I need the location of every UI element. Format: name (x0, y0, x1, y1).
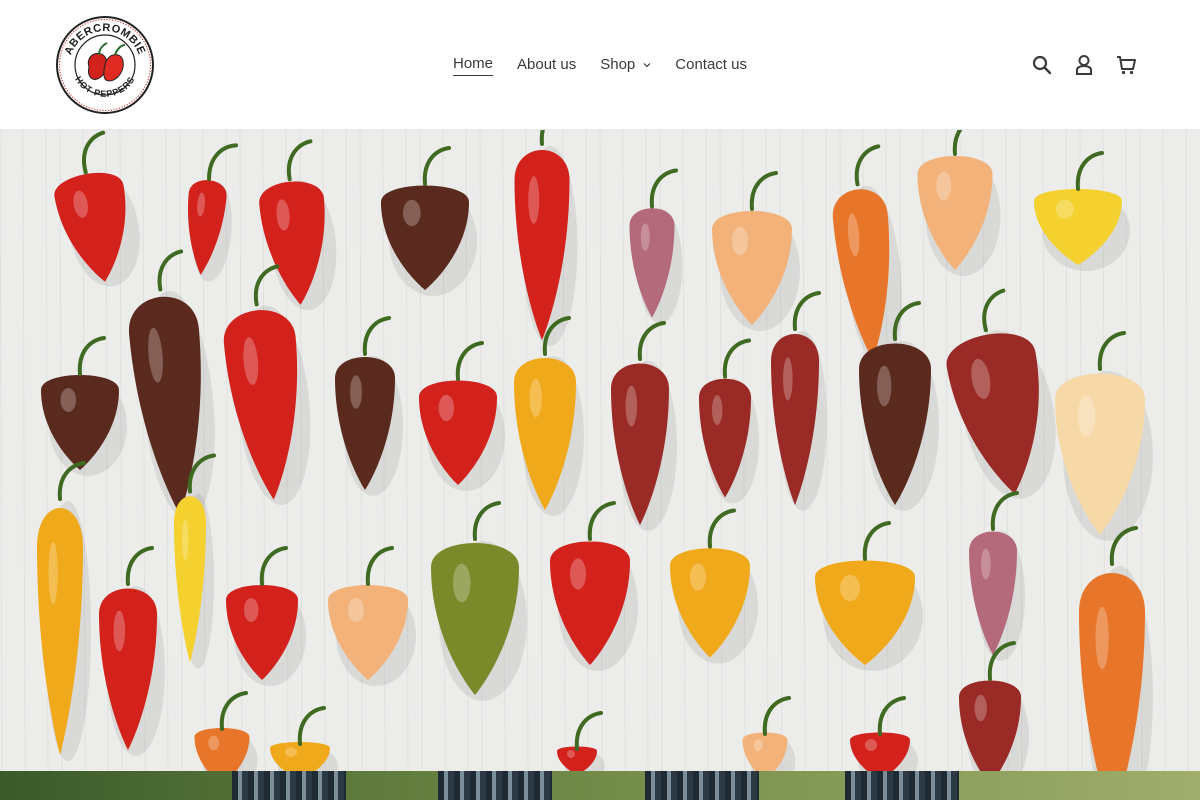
hero-pepper-image (0, 130, 1189, 771)
pepper-shape (1034, 151, 1130, 271)
nav-shop-dropdown[interactable]: Shop (588, 55, 663, 75)
pepper-shape (946, 288, 1056, 499)
user-icon (1076, 55, 1092, 75)
pepper-shape (514, 130, 578, 346)
hero-banner (0, 130, 1200, 771)
cart-icon (1117, 56, 1136, 75)
pepper-shape (270, 706, 338, 771)
pepper-shape (335, 316, 403, 496)
pepper-shape (969, 491, 1025, 661)
nav-contact-label: Contact us (675, 56, 747, 73)
nav-shop-label: Shop (600, 56, 636, 73)
pepper-shape (419, 341, 505, 491)
login-button[interactable] (1072, 53, 1096, 77)
pepper-shape (712, 171, 800, 331)
main-navigation: Home About us Shop Contact us (0, 0, 1200, 130)
pepper-shape (557, 711, 605, 771)
search-icon (1032, 55, 1052, 75)
chevron-down-icon (643, 63, 651, 68)
pepper-shape (514, 316, 584, 516)
nav-home-link[interactable]: Home (441, 54, 505, 76)
pepper-shape (670, 508, 758, 664)
product-jar-image (438, 771, 552, 800)
pepper-shape (550, 501, 638, 671)
pepper-shape (699, 338, 759, 504)
nav-about-link[interactable]: About us (505, 55, 588, 75)
pepper-shape (850, 696, 918, 771)
pepper-shape (917, 130, 1001, 276)
site-header: ABERCROMBIE HOT PEPPERS Home About us Sh… (0, 0, 1200, 130)
pepper-shape (431, 501, 527, 701)
pepper-shape (129, 249, 215, 520)
brand-logo[interactable]: ABERCROMBIE HOT PEPPERS (55, 15, 155, 115)
pepper-shape (815, 521, 923, 671)
product-jar-image (232, 771, 346, 800)
pepper-shape (629, 168, 683, 324)
pepper-shape (381, 146, 477, 296)
cart-button[interactable] (1114, 53, 1138, 77)
pepper-shape (37, 461, 91, 761)
nav-home-label: Home (453, 54, 494, 76)
pepper-shape (194, 691, 258, 771)
pepper-shape (226, 546, 306, 686)
pepper-shape (188, 143, 239, 282)
pepper-shape (1079, 526, 1153, 771)
pepper-shape (328, 546, 416, 686)
search-button[interactable] (1030, 53, 1054, 77)
pepper-shape (99, 546, 165, 756)
pepper-shape (742, 696, 796, 771)
pepper-shape (611, 321, 677, 531)
header-icon-group (1030, 50, 1138, 80)
pepper-shape (259, 139, 337, 311)
pepper-shape (771, 291, 827, 511)
logo-seal-icon: ABERCROMBIE HOT PEPPERS (56, 16, 154, 114)
product-jar-image (645, 771, 759, 800)
nav-about-label: About us (517, 56, 577, 73)
nav-contact-link[interactable]: Contact us (663, 55, 759, 75)
product-jar-image (845, 771, 959, 800)
product-strip-preview (0, 771, 1200, 800)
pepper-shape (959, 641, 1029, 771)
